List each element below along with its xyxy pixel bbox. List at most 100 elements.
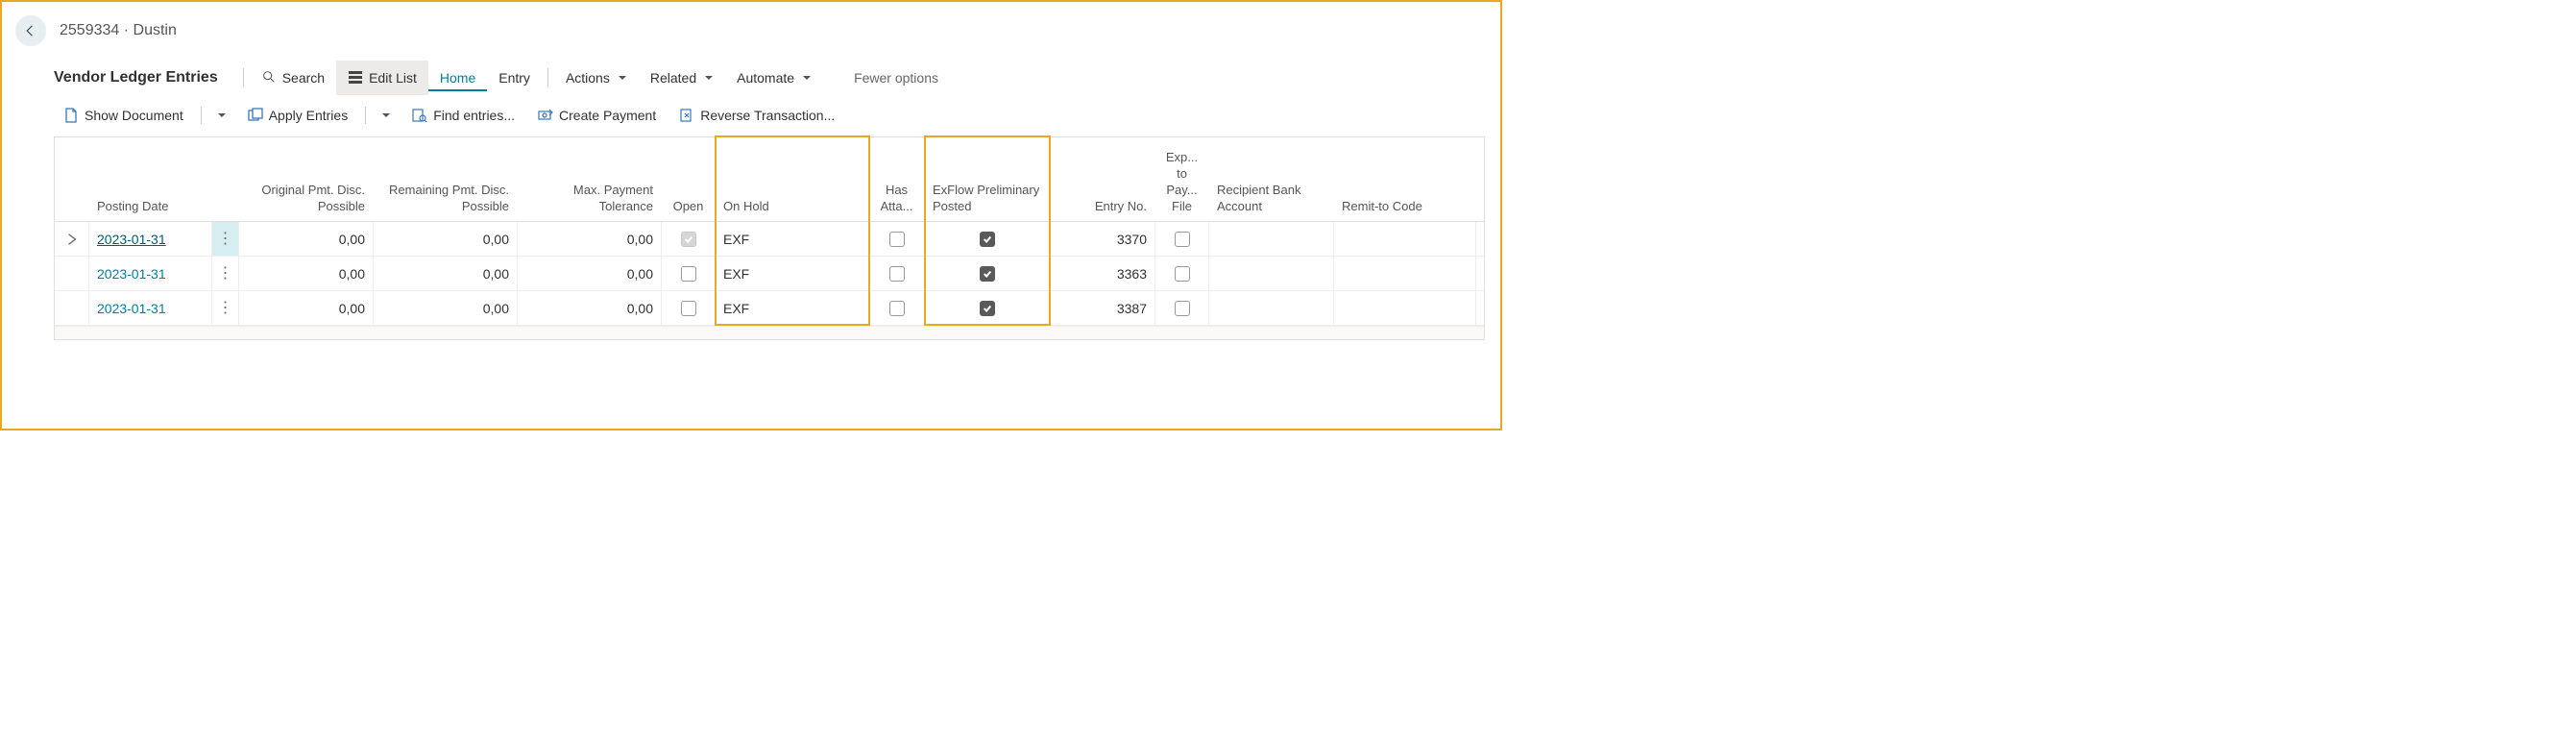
- find-icon: [412, 108, 427, 123]
- col-arrow: [55, 137, 89, 221]
- show-document-button[interactable]: Show Document: [54, 104, 193, 127]
- row-indicator: [55, 222, 89, 256]
- separator: [365, 107, 366, 124]
- reverse-transaction-button[interactable]: Reverse Transaction...: [669, 104, 844, 127]
- table-row[interactable]: 2023-01-31 ⋮ 0,00 0,00 0,00 EXF 3370: [55, 222, 1484, 257]
- checkbox[interactable]: [889, 301, 905, 316]
- table-row[interactable]: 2023-01-31 ⋮ 0,00 0,00 0,00 EXF 3363: [55, 257, 1484, 291]
- search-label: Search: [282, 70, 325, 86]
- cell-max-tol: 0,00: [518, 257, 662, 290]
- create-payment-label: Create Payment: [559, 108, 656, 123]
- cell-orig-disc: 0,00: [239, 257, 374, 290]
- ledger-table: Posting Date Original Pmt. Disc. Possibl…: [54, 136, 1485, 340]
- find-entries-label: Find entries...: [433, 108, 515, 123]
- show-document-label: Show Document: [85, 108, 183, 123]
- cell-has-atta: [869, 291, 925, 325]
- cell-rem-disc: 0,00: [374, 222, 518, 256]
- col-entry-no[interactable]: Entry No.: [1050, 137, 1155, 221]
- col-open[interactable]: Open: [662, 137, 716, 221]
- cell-orig-disc: 0,00: [239, 222, 374, 256]
- menu-actions-label: Actions: [566, 70, 610, 86]
- col-has-atta[interactable]: Has Atta...: [869, 137, 925, 221]
- edit-list-button[interactable]: Edit List: [336, 61, 428, 95]
- col-menu: [212, 137, 239, 221]
- checkbox[interactable]: [1175, 266, 1190, 282]
- row-indicator: [55, 257, 89, 290]
- edit-list-icon: [348, 69, 363, 87]
- row-menu[interactable]: ⋮: [212, 291, 239, 325]
- col-posting-date[interactable]: Posting Date: [89, 137, 212, 221]
- cell-exflow: [925, 291, 1050, 325]
- apply-entries-button[interactable]: Apply Entries: [238, 104, 357, 127]
- cell-max-tol: 0,00: [518, 291, 662, 325]
- back-button[interactable]: [15, 15, 46, 46]
- col-exflow[interactable]: ExFlow Preliminary Posted: [925, 137, 1050, 221]
- cell-remit-to[interactable]: [1334, 257, 1476, 290]
- col-exp-file[interactable]: Exp... to Pay... File: [1155, 137, 1209, 221]
- checkbox[interactable]: [889, 232, 905, 247]
- cell-rem-disc: 0,00: [374, 257, 518, 290]
- checkbox[interactable]: [1175, 301, 1190, 316]
- checkbox[interactable]: [681, 266, 696, 282]
- tab-entry[interactable]: Entry: [487, 61, 542, 95]
- checkbox[interactable]: [681, 301, 696, 316]
- col-rem-pmt-disc[interactable]: Remaining Pmt. Disc. Possible: [374, 137, 518, 221]
- show-document-more[interactable]: [209, 105, 234, 127]
- cell-remit-to[interactable]: [1334, 222, 1476, 256]
- chevron-down-icon: [802, 70, 812, 86]
- apply-entries-more[interactable]: [374, 105, 399, 127]
- cell-rem-disc: 0,00: [374, 291, 518, 325]
- col-on-hold[interactable]: On Hold: [716, 137, 869, 221]
- checkbox[interactable]: [980, 301, 995, 316]
- tab-home[interactable]: Home: [428, 64, 487, 91]
- cell-on-hold[interactable]: EXF: [716, 291, 869, 325]
- row-menu[interactable]: ⋮: [212, 257, 239, 290]
- reverse-transaction-label: Reverse Transaction...: [700, 108, 835, 123]
- cell-open: [662, 222, 716, 256]
- table-row[interactable]: 2023-01-31 ⋮ 0,00 0,00 0,00 EXF 3387: [55, 291, 1484, 326]
- find-entries-button[interactable]: Find entries...: [402, 104, 524, 127]
- menu-automate[interactable]: Automate: [725, 61, 823, 95]
- table-footer: [55, 326, 1484, 339]
- col-remit-to[interactable]: Remit-to Code: [1334, 137, 1476, 221]
- create-payment-button[interactable]: Create Payment: [528, 104, 666, 127]
- search-button[interactable]: Search: [250, 61, 336, 95]
- cell-remit-to[interactable]: [1334, 291, 1476, 325]
- fewer-options-button[interactable]: Fewer options: [842, 61, 950, 95]
- cell-on-hold[interactable]: EXF: [716, 257, 869, 290]
- cell-posting-date[interactable]: 2023-01-31: [89, 257, 212, 290]
- col-max-tolerance[interactable]: Max. Payment Tolerance: [518, 137, 662, 221]
- arrow-left-icon: [22, 22, 39, 39]
- checkbox[interactable]: [889, 266, 905, 282]
- menu-related[interactable]: Related: [639, 61, 725, 95]
- cell-recipient-bank[interactable]: [1209, 222, 1334, 256]
- menu-automate-label: Automate: [737, 70, 794, 86]
- checkbox[interactable]: [1175, 232, 1190, 247]
- separator: [547, 68, 548, 87]
- cell-exp-file: [1155, 291, 1209, 325]
- cell-exflow: [925, 222, 1050, 256]
- cell-entry-no: 3370: [1050, 222, 1155, 256]
- checkbox[interactable]: [980, 266, 995, 282]
- cell-posting-date[interactable]: 2023-01-31: [89, 222, 212, 256]
- edit-list-label: Edit List: [369, 70, 417, 86]
- cell-open: [662, 291, 716, 325]
- cell-posting-date[interactable]: 2023-01-31: [89, 291, 212, 325]
- chevron-down-icon: [704, 70, 714, 86]
- cell-recipient-bank[interactable]: [1209, 257, 1334, 290]
- search-icon: [261, 69, 277, 87]
- reverse-icon: [679, 108, 694, 123]
- menu-actions[interactable]: Actions: [554, 61, 639, 95]
- separator: [201, 107, 202, 124]
- cell-orig-disc: 0,00: [239, 291, 374, 325]
- cell-exp-file: [1155, 222, 1209, 256]
- cell-recipient-bank[interactable]: [1209, 291, 1334, 325]
- col-recipient-bank[interactable]: Recipient Bank Account: [1209, 137, 1334, 221]
- payment-icon: [538, 108, 553, 123]
- cell-on-hold[interactable]: EXF: [716, 222, 869, 256]
- row-menu[interactable]: ⋮: [212, 222, 239, 256]
- chevron-down-icon: [618, 70, 627, 86]
- checkbox[interactable]: [980, 232, 995, 247]
- checkbox[interactable]: [681, 232, 696, 247]
- col-orig-pmt-disc[interactable]: Original Pmt. Disc. Possible: [239, 137, 374, 221]
